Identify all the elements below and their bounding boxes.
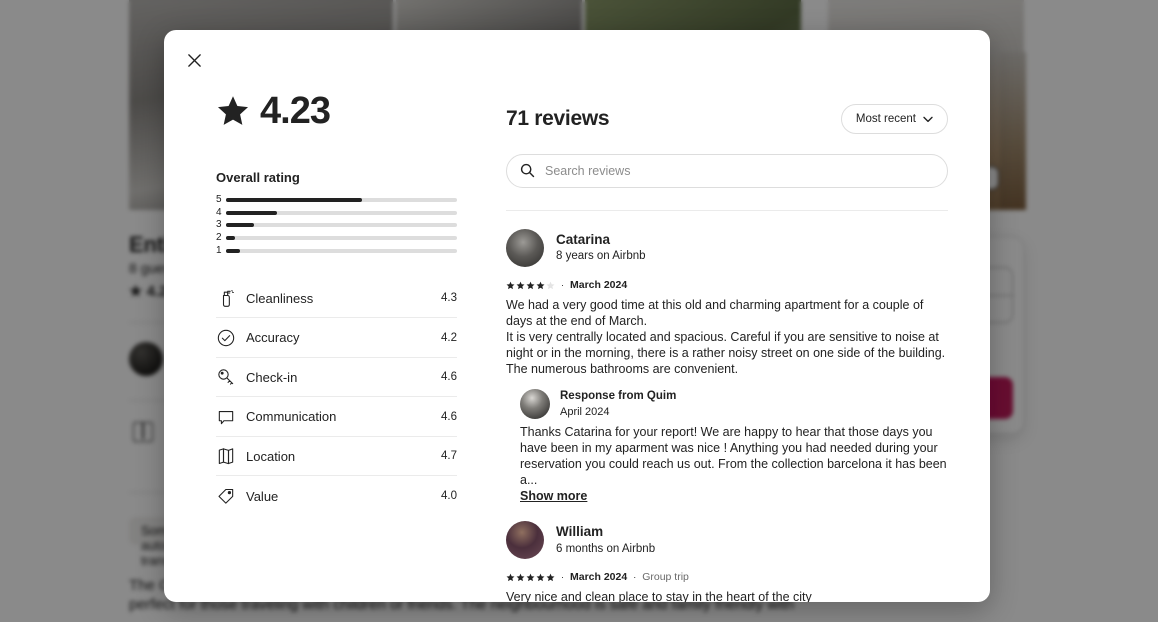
category-rating-label: Location	[246, 448, 296, 464]
host-response-info: Response from Quim April 2024	[560, 389, 676, 419]
show-more-button[interactable]: Show more	[520, 489, 587, 503]
reviewer-info: Catarina 8 years on Airbnb	[556, 231, 646, 265]
reviewer-info: William 6 months on Airbnb	[556, 523, 655, 557]
search-reviews-input[interactable]	[506, 154, 948, 188]
category-ratings-list: Cleanliness 4.3 Accuracy 4.2 Check-in 4.6 Comm…	[216, 279, 457, 516]
rating-bar-row: 1	[216, 244, 457, 257]
search-icon	[520, 163, 535, 183]
review-rating-line: · March 2024	[506, 279, 948, 291]
rating-bar-label: 2	[216, 232, 222, 244]
check-circle-icon	[216, 328, 246, 348]
category-rating-row: Check-in 4.6	[216, 358, 457, 398]
review-header: Catarina 8 years on Airbnb	[506, 229, 948, 267]
category-rating-label: Check-in	[246, 369, 298, 385]
overall-score-value: 4.23	[260, 90, 331, 132]
reviewer-tenure: 6 months on Airbnb	[556, 542, 656, 555]
review-text: Very nice and clean place to stay in the…	[506, 590, 812, 602]
review-rating-line: · March 2024 · Group trip	[506, 571, 948, 583]
category-rating-value: 4.2	[441, 331, 457, 344]
category-rating-row: Value 4.0	[216, 476, 457, 516]
tag-icon	[216, 486, 246, 506]
reviewer-name: Catarina	[556, 232, 611, 248]
avatar[interactable]	[506, 521, 544, 560]
overall-rating-label: Overall rating	[216, 170, 300, 185]
rating-bar-fill	[226, 236, 236, 241]
map-icon	[216, 446, 246, 466]
host-response-name: Response from Quim	[560, 390, 677, 402]
separator-dot: ·	[561, 280, 564, 290]
review-text: We had a very good time at this old and …	[506, 298, 946, 376]
review-header: William 6 months on Airbnb	[506, 521, 948, 560]
avatar[interactable]	[520, 389, 550, 420]
reviewer-tenure: 8 years on Airbnb	[556, 250, 646, 263]
category-rating-row: Location 4.7	[216, 437, 457, 477]
separator-dot: ·	[633, 572, 637, 583]
rating-bar-track	[226, 223, 457, 228]
page-root: Entire rental unit in Barcelona 8 guests…	[0, 0, 1158, 622]
rating-bar-row: 4	[216, 207, 457, 220]
overall-score: 4.23	[216, 92, 488, 130]
category-rating-value: 4.0	[441, 490, 457, 503]
rating-bar-row: 3	[216, 219, 457, 232]
review-date: March 2024	[570, 279, 628, 291]
rating-bar-label: 5	[216, 194, 222, 206]
category-rating-row: Cleanliness 4.3	[216, 279, 457, 319]
rating-bar-track	[226, 236, 457, 241]
star-rating-icons	[506, 281, 555, 290]
sort-dropdown-label: Most recent	[855, 113, 916, 125]
category-rating-label: Value	[246, 488, 279, 504]
host-response-date: April 2024	[560, 405, 610, 418]
reviewer-name: William	[556, 524, 604, 540]
rating-bar-label: 4	[216, 206, 222, 218]
rating-bar-fill	[226, 223, 254, 228]
sort-dropdown-button[interactable]: Most recent	[840, 104, 948, 134]
category-rating-value: 4.6	[441, 371, 457, 384]
category-rating-label: Communication	[246, 409, 337, 425]
category-rating-value: 4.6	[441, 410, 457, 423]
ratings-panel: 4.23 Overall rating 54321 Cleanliness 4.3…	[164, 30, 488, 602]
separator-dot: ·	[561, 572, 564, 583]
chevron-down-icon	[923, 116, 933, 123]
reviews-modal: 4.23 Overall rating 54321 Cleanliness 4.3…	[164, 30, 990, 602]
host-response-text: Thanks Catarina for your report! We are …	[520, 425, 947, 488]
rating-bar-fill	[226, 198, 363, 203]
rating-bar-row: 2	[216, 232, 457, 245]
reviews-count: 71 reviews	[506, 107, 610, 130]
reviews-header: 71 reviews Most recent	[506, 104, 948, 134]
rating-bar-label: 1	[216, 244, 222, 256]
rating-bar-track	[226, 248, 457, 253]
category-rating-row: Communication 4.6	[216, 397, 457, 437]
reviews-panel: 71 reviews Most recent Search reviews Ca…	[488, 30, 990, 602]
rating-bar-row: 5	[216, 194, 457, 207]
host-response-header: Response from Quim April 2024	[520, 389, 948, 420]
search-reviews-wrap	[506, 154, 948, 188]
rating-bar-track	[226, 198, 457, 203]
review-trip-type: Group trip	[642, 571, 689, 584]
rating-bar-label: 3	[216, 219, 222, 231]
category-rating-value: 4.7	[441, 450, 457, 463]
reviews-list: Catarina 8 years on Airbnb · March 2024 We h…	[506, 211, 948, 602]
rating-distribution-bars: 54321	[216, 194, 457, 257]
host-response: Response from Quim April 2024 Thanks Catar…	[506, 389, 948, 503]
category-rating-label: Cleanliness	[246, 290, 314, 306]
rating-bar-fill	[226, 210, 277, 215]
star-rating-icons	[506, 573, 555, 582]
rating-bar-fill	[226, 248, 240, 253]
close-icon[interactable]	[178, 44, 210, 76]
category-rating-row: Accuracy 4.2	[216, 318, 457, 358]
review-item: William 6 months on Airbnb · March 2024 · Gro…	[506, 503, 948, 602]
rating-bar-track	[226, 210, 457, 215]
avatar[interactable]	[506, 229, 544, 267]
spray-bottle-icon	[216, 288, 246, 308]
category-rating-label: Accuracy	[246, 330, 300, 346]
category-rating-value: 4.3	[441, 292, 457, 305]
review-date: March 2024	[570, 571, 628, 584]
message-icon	[216, 407, 246, 427]
key-icon	[216, 367, 246, 387]
star-icon	[216, 94, 250, 128]
review-item: Catarina 8 years on Airbnb · March 2024 We h…	[506, 211, 948, 503]
